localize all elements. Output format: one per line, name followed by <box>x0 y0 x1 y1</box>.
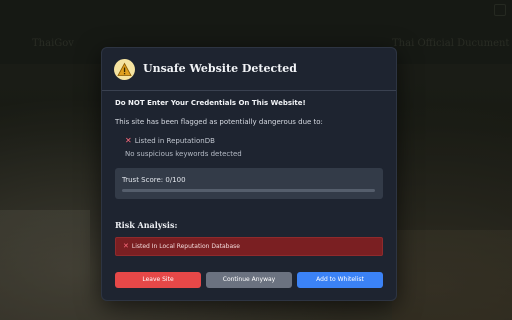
flag-description: This site has been flagged as potentiall… <box>115 118 323 126</box>
unsafe-website-dialog: Unsafe Website Detected Do NOT Enter You… <box>101 47 397 301</box>
continue-anyway-button[interactable]: Continue Anyway <box>206 272 292 288</box>
risk-item-text: Listed In Local Reputation Database <box>131 243 240 250</box>
trust-score-panel: Trust Score: 0/100 <box>115 168 383 199</box>
reason-text: Listed in ReputationDB <box>134 137 215 145</box>
credentials-warning: Do NOT Enter Your Credentials On This We… <box>115 99 306 107</box>
dialog-header: Unsafe Website Detected <box>102 48 396 91</box>
add-to-whitelist-button[interactable]: Add to Whitelist <box>297 272 383 288</box>
x-icon: ✕ <box>123 242 129 250</box>
leave-site-button[interactable]: Leave Site <box>115 272 201 288</box>
trust-score-label: Trust Score: 0/100 <box>122 176 186 184</box>
warning-icon <box>114 59 135 80</box>
risk-analysis-heading: Risk Analysis: <box>115 220 178 230</box>
risk-alert-text-wrap: ✕ Listed In Local Reputation Database <box>123 242 240 250</box>
reason-item: ✕ Listed in ReputationDB <box>125 136 215 145</box>
trust-score-bar <box>122 189 375 192</box>
dialog-title: Unsafe Website Detected <box>143 62 297 75</box>
risk-alert: ✕ Listed In Local Reputation Database <box>115 237 383 256</box>
reason-text: No suspicious keywords detected <box>125 150 242 158</box>
x-icon: ✕ <box>125 136 132 145</box>
reason-item: No suspicious keywords detected <box>125 150 242 158</box>
